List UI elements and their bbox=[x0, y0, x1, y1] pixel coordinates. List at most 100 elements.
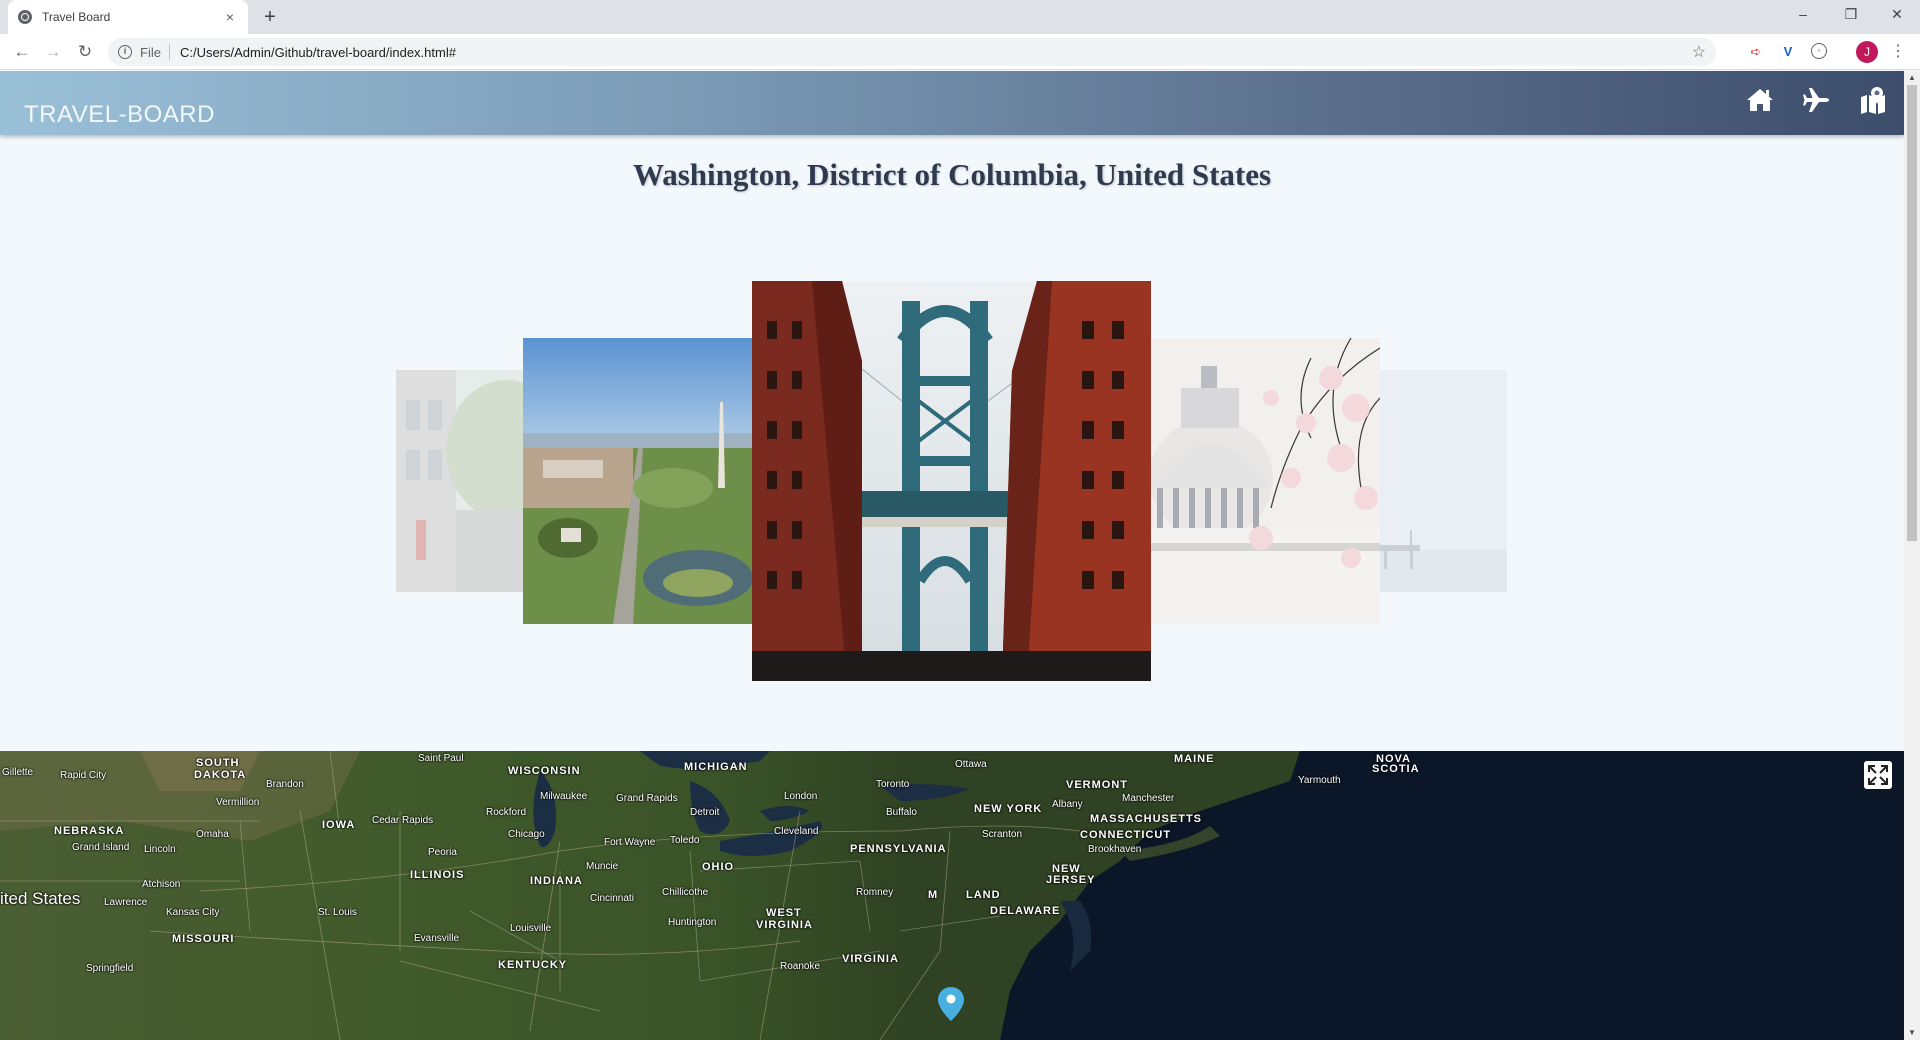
map-label: Atchison bbox=[142, 879, 181, 890]
map-label: ILLINOIS bbox=[410, 869, 465, 881]
map-label: Romney bbox=[856, 887, 894, 898]
scroll-thumb[interactable] bbox=[1907, 85, 1917, 541]
map-label: Omaha bbox=[196, 829, 229, 840]
map-label: Lawrence bbox=[104, 897, 148, 908]
browser-tab[interactable]: Travel Board × bbox=[8, 0, 248, 34]
browser-menu-icon[interactable]: ⋮ bbox=[1890, 41, 1906, 63]
map-label: Cedar Rapids bbox=[372, 815, 434, 826]
map-label: Vermillion bbox=[216, 797, 260, 808]
map-label: SCOTIA bbox=[1372, 763, 1420, 775]
url-text: C:/Users/Admin/Github/travel-board/index… bbox=[179, 44, 456, 60]
map-label: Brookhaven bbox=[1088, 844, 1142, 855]
map-label: Rapid City bbox=[60, 770, 107, 781]
map-label: Saint Paul bbox=[418, 753, 464, 764]
map-label: INDIANA bbox=[530, 875, 583, 887]
scroll-up-icon[interactable]: ▲ bbox=[1904, 71, 1920, 85]
map-label: JERSEY bbox=[1046, 874, 1096, 886]
map-label: WEST bbox=[766, 907, 802, 919]
tab-title: Travel Board bbox=[42, 10, 111, 24]
map-label: Yarmouth bbox=[1298, 775, 1341, 786]
forward-icon[interactable]: → bbox=[41, 40, 65, 64]
map-label: Gillette bbox=[2, 767, 34, 778]
map-label: VERMONT bbox=[1066, 779, 1128, 791]
map-label: Evansville bbox=[414, 933, 460, 944]
plane-icon[interactable] bbox=[1801, 85, 1831, 115]
browser-tab-strip: Travel Board × + – ❐ ✕ bbox=[0, 0, 1920, 34]
globe-icon bbox=[18, 10, 32, 24]
map-label: Milwaukee bbox=[540, 791, 588, 802]
map-label: WISCONSIN bbox=[508, 765, 581, 777]
harbor-photo bbox=[1380, 370, 1507, 592]
browser-toolbar: ← → ↻ i File C:/Users/Admin/Github/trave… bbox=[0, 34, 1920, 70]
map-label: IOWA bbox=[322, 819, 356, 831]
map-label: ited States bbox=[0, 889, 81, 908]
map-label: Grand Island bbox=[72, 842, 130, 853]
capitol-photo bbox=[1151, 338, 1380, 624]
map-label: SOUTH bbox=[196, 757, 240, 769]
map-label: CONNECTICUT bbox=[1080, 829, 1172, 841]
map-label: Cleveland bbox=[774, 826, 819, 837]
map-label: MAINE bbox=[1174, 753, 1215, 765]
bookmark-star-icon[interactable]: ☆ bbox=[1692, 42, 1706, 62]
extension-icon[interactable]: ➪ bbox=[1747, 43, 1765, 61]
profile-avatar[interactable]: J bbox=[1856, 41, 1878, 63]
address-bar[interactable]: i File C:/Users/Admin/Github/travel-boar… bbox=[108, 38, 1716, 66]
map-label: Grand Rapids bbox=[616, 793, 678, 804]
map-label: London bbox=[784, 791, 818, 802]
extension-circle-icon[interactable]: ◦ bbox=[1811, 43, 1827, 59]
fullscreen-icon[interactable] bbox=[1864, 761, 1892, 789]
map-label: Toronto bbox=[876, 779, 910, 790]
map-label: DAKOTA bbox=[194, 769, 247, 781]
tab-close-icon[interactable]: × bbox=[222, 9, 238, 25]
map-label: Ottawa bbox=[955, 759, 987, 770]
map-label: M bbox=[928, 889, 939, 901]
map-label: Rockford bbox=[486, 807, 527, 818]
carousel-slide-right[interactable] bbox=[1151, 338, 1380, 624]
map-label: VIRGINIA bbox=[842, 953, 899, 965]
map-label: Scranton bbox=[982, 829, 1023, 840]
carousel-slide-active[interactable] bbox=[752, 281, 1151, 681]
map-label: Detroit bbox=[690, 807, 720, 818]
close-window-button[interactable]: ✕ bbox=[1874, 0, 1920, 30]
scroll-down-icon[interactable]: ▼ bbox=[1904, 1026, 1920, 1040]
extension-v-icon[interactable]: V bbox=[1779, 43, 1797, 61]
map-label: Chicago bbox=[508, 829, 545, 840]
map-label: Huntington bbox=[668, 917, 717, 928]
app-page: TRAVEL-BOARD Washington, District of Col… bbox=[0, 71, 1904, 1040]
carousel-slide-left[interactable] bbox=[523, 338, 752, 624]
page-title: Washington, District of Columbia, United… bbox=[632, 157, 1272, 192]
satellite-map[interactable]: Gillette Rapid City SOUTH DAKOTA Brandon… bbox=[0, 751, 1904, 1040]
minimize-button[interactable]: – bbox=[1780, 0, 1826, 30]
map-label: LAND bbox=[966, 889, 1001, 901]
new-tab-button[interactable]: + bbox=[258, 5, 282, 29]
map-label: DELAWARE bbox=[990, 905, 1061, 917]
map-label: MISSOURI bbox=[172, 933, 235, 945]
location-pin-icon[interactable] bbox=[938, 987, 964, 1021]
map-label: Chillicothe bbox=[662, 887, 709, 898]
back-icon[interactable]: ← bbox=[10, 40, 34, 64]
home-icon[interactable] bbox=[1745, 85, 1775, 115]
url-scheme: File bbox=[140, 44, 161, 60]
map-marked-icon[interactable] bbox=[1858, 85, 1888, 115]
map-label: NEBRASKA bbox=[54, 825, 125, 837]
reload-icon[interactable]: ↻ bbox=[73, 40, 97, 64]
map-label: Buffalo bbox=[886, 807, 917, 818]
map-label: Muncie bbox=[586, 861, 619, 872]
map-label: Albany bbox=[1052, 799, 1083, 810]
map-label: St. Louis bbox=[318, 907, 357, 918]
map-label: MICHIGAN bbox=[684, 761, 748, 773]
map-label: Kansas City bbox=[166, 907, 220, 918]
brand-logo[interactable]: TRAVEL-BOARD bbox=[24, 101, 215, 129]
map-label: Springfield bbox=[86, 963, 134, 974]
map-label: Fort Wayne bbox=[604, 837, 656, 848]
map-label: Brandon bbox=[266, 779, 304, 790]
page-scrollbar[interactable]: ▲ ▼ bbox=[1904, 71, 1920, 1040]
map-label: NEW YORK bbox=[974, 803, 1043, 815]
info-icon[interactable]: i bbox=[118, 45, 132, 59]
restore-button[interactable]: ❐ bbox=[1828, 0, 1874, 30]
manhattan-bridge-photo bbox=[752, 281, 1151, 681]
app-header: TRAVEL-BOARD bbox=[0, 71, 1904, 135]
map-label: Lincoln bbox=[144, 844, 176, 855]
carousel-slide-far-right[interactable] bbox=[1380, 370, 1507, 592]
map-label: Louisville bbox=[510, 923, 552, 934]
